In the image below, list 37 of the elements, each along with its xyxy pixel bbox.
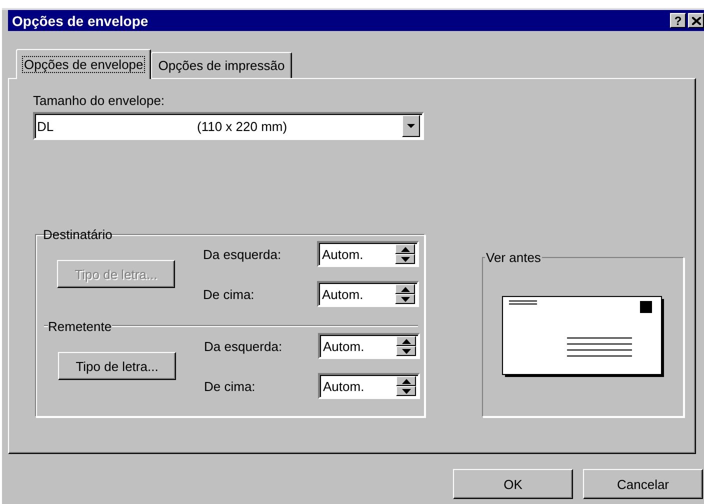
spin-up-button[interactable] — [395, 244, 415, 254]
section-title: Remetente — [48, 318, 112, 334]
spin-field[interactable]: Autom. — [317, 281, 419, 307]
preview-title: Ver antes — [485, 250, 542, 265]
spin-field[interactable]: Autom. — [318, 373, 420, 399]
tab[interactable]: Opções de impressão — [151, 52, 292, 78]
up-arrow-icon — [402, 378, 410, 384]
field-label: De cima: — [203, 286, 256, 302]
spin-down-button[interactable] — [395, 294, 415, 304]
size-dropdown[interactable]: DL (110 x 220 mm) — [33, 112, 424, 140]
tab[interactable]: Opções de envelope — [16, 49, 152, 79]
down-arrow-icon — [402, 348, 410, 354]
spin-down-button[interactable] — [396, 346, 416, 356]
spin-field[interactable]: Autom. — [317, 241, 419, 267]
down-arrow-icon — [400, 256, 410, 262]
spin-up-button[interactable] — [396, 376, 416, 386]
field-label: Da esquerda: — [204, 338, 284, 354]
field-label: Tamanho do envelope: — [33, 93, 166, 108]
down-arrow-icon — [400, 296, 410, 302]
close-icon[interactable] — [688, 13, 704, 28]
down-arrow-icon — [402, 388, 410, 394]
field-label: Da esquerda: — [203, 246, 282, 262]
font-button[interactable]: Tipo de letra... — [58, 352, 176, 380]
help-button[interactable]: ? — [670, 13, 686, 28]
field-label: De cima: — [204, 378, 256, 394]
spin-down-button[interactable] — [396, 386, 416, 396]
up-arrow-icon — [400, 286, 410, 292]
up-arrow-icon — [400, 246, 410, 252]
section-title: Destinatário — [43, 226, 112, 242]
window-title: Opções de envelope — [12, 12, 150, 28]
spin-up-button[interactable] — [396, 336, 416, 346]
dialog-button[interactable]: OK — [453, 469, 573, 499]
up-arrow-icon — [402, 338, 410, 344]
spin-field[interactable]: Autom. — [318, 333, 420, 359]
dialog-button[interactable]: Cancelar — [583, 469, 703, 499]
spin-up-button[interactable] — [395, 284, 415, 294]
spin-down-button[interactable] — [395, 254, 415, 264]
